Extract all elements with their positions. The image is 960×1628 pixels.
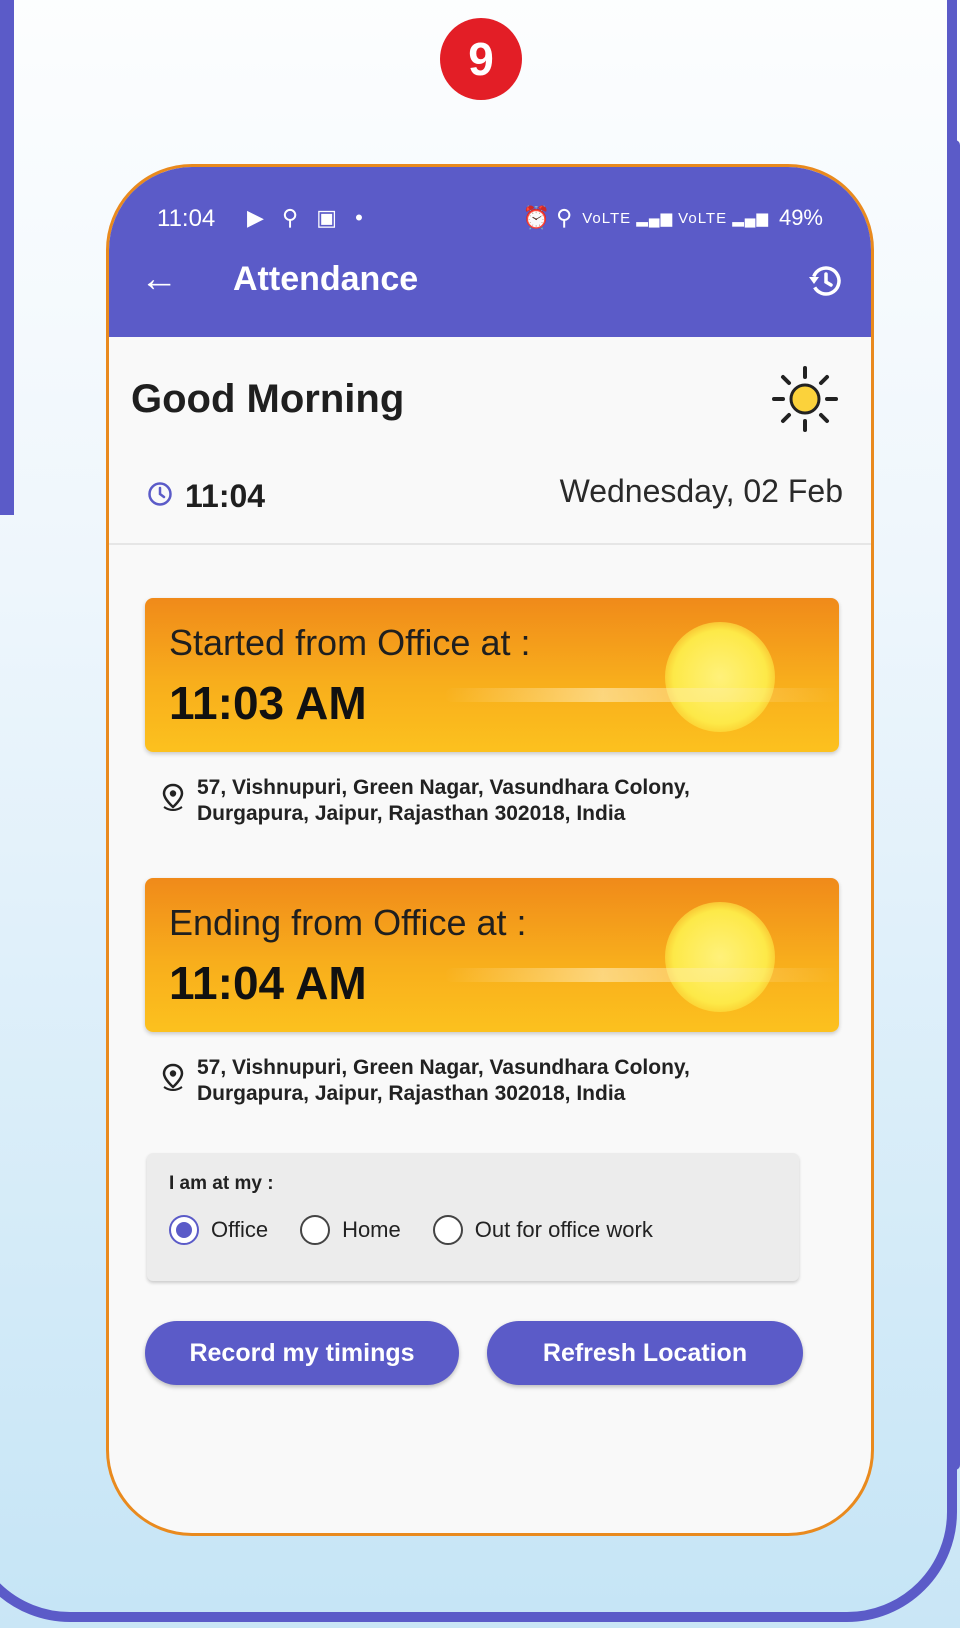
frame-edge-right: [950, 140, 960, 1470]
end-time-card: Ending from Office at : 11:04 AM: [145, 878, 839, 1032]
location-radio-group: Office Home Out for office work: [169, 1215, 653, 1245]
location-choice-title: I am at my :: [169, 1173, 274, 1194]
radio-option-home[interactable]: Home: [300, 1215, 401, 1245]
signal-icon: VoLTE ▂▄▆ VoLTE ▂▄▆: [582, 210, 769, 227]
card-sun-graphic: [665, 902, 775, 1012]
card-cloud-streak: [445, 688, 839, 702]
card-sun-graphic: [665, 622, 775, 732]
start-address-text: 57, Vishnupuri, Green Nagar, Vasundhara …: [197, 776, 690, 825]
card-cloud-streak: [445, 968, 839, 982]
status-time: 11:04: [157, 205, 216, 232]
clock-icon: [148, 482, 172, 506]
start-time: 11:03 AM: [169, 677, 367, 729]
radio-label-out-for-work: Out for office work: [474, 1217, 653, 1242]
phone-screen: 11:04 ▶ ⚲ ▣ • ⏰ ⚲ VoLTE ▂▄▆ VoLTE ▂▄▆ 49…: [106, 164, 874, 1536]
step-number-badge: 9: [440, 18, 522, 100]
end-address-text: 57, Vishnupuri, Green Nagar, Vasundhara …: [197, 1056, 690, 1105]
radio-label-office: Office: [211, 1217, 269, 1242]
current-date: Wednesday, 02 Feb: [559, 473, 843, 509]
end-address: 57, Vishnupuri, Green Nagar, Vasundhara …: [161, 1055, 801, 1107]
end-time: 11:04 AM: [169, 957, 367, 1009]
radio-option-office[interactable]: Office: [169, 1215, 268, 1245]
app-bar: 11:04 ▶ ⚲ ▣ • ⏰ ⚲ VoLTE ▂▄▆ VoLTE ▂▄▆ 49…: [109, 167, 871, 337]
frame-edge-left: [0, 0, 14, 515]
start-time-card: Started from Office at : 11:03 AM: [145, 598, 839, 752]
status-notification-icons: ▶ ⚲ ▣ •: [247, 205, 369, 230]
battery-level: 49%: [778, 205, 823, 230]
record-timings-button[interactable]: Record my timings: [145, 1321, 459, 1385]
radio-button[interactable]: [300, 1215, 331, 1245]
status-right-group: ⏰ ⚲ VoLTE ▂▄▆ VoLTE ▂▄▆ 49%: [523, 205, 823, 231]
end-label: Ending from Office at :: [169, 902, 527, 943]
start-label: Started from Office at :: [169, 622, 531, 663]
start-address: 57, Vishnupuri, Green Nagar, Vasundhara …: [161, 775, 801, 827]
greeting-text: Good Morning: [131, 377, 405, 421]
page-title: Attendance: [233, 260, 419, 298]
sun-icon: [772, 366, 838, 432]
location-choice-box: I am at my : Office Home Out for office …: [147, 1153, 799, 1281]
arrow-left-icon[interactable]: ←: [137, 257, 181, 301]
current-time: 11:04: [185, 478, 266, 514]
refresh-location-button[interactable]: Refresh Location: [487, 1321, 803, 1385]
history-icon[interactable]: [801, 257, 849, 305]
radio-option-out-for-work[interactable]: Out for office work: [432, 1215, 653, 1245]
location-pin-icon: [162, 1063, 184, 1091]
location-pin-icon: [162, 783, 184, 811]
radio-button[interactable]: [432, 1215, 463, 1245]
radio-label-home: Home: [342, 1217, 401, 1242]
divider: [109, 543, 871, 545]
alarm-location-icons: ⏰ ⚲: [522, 205, 573, 230]
radio-button-checked[interactable]: [169, 1215, 199, 1245]
